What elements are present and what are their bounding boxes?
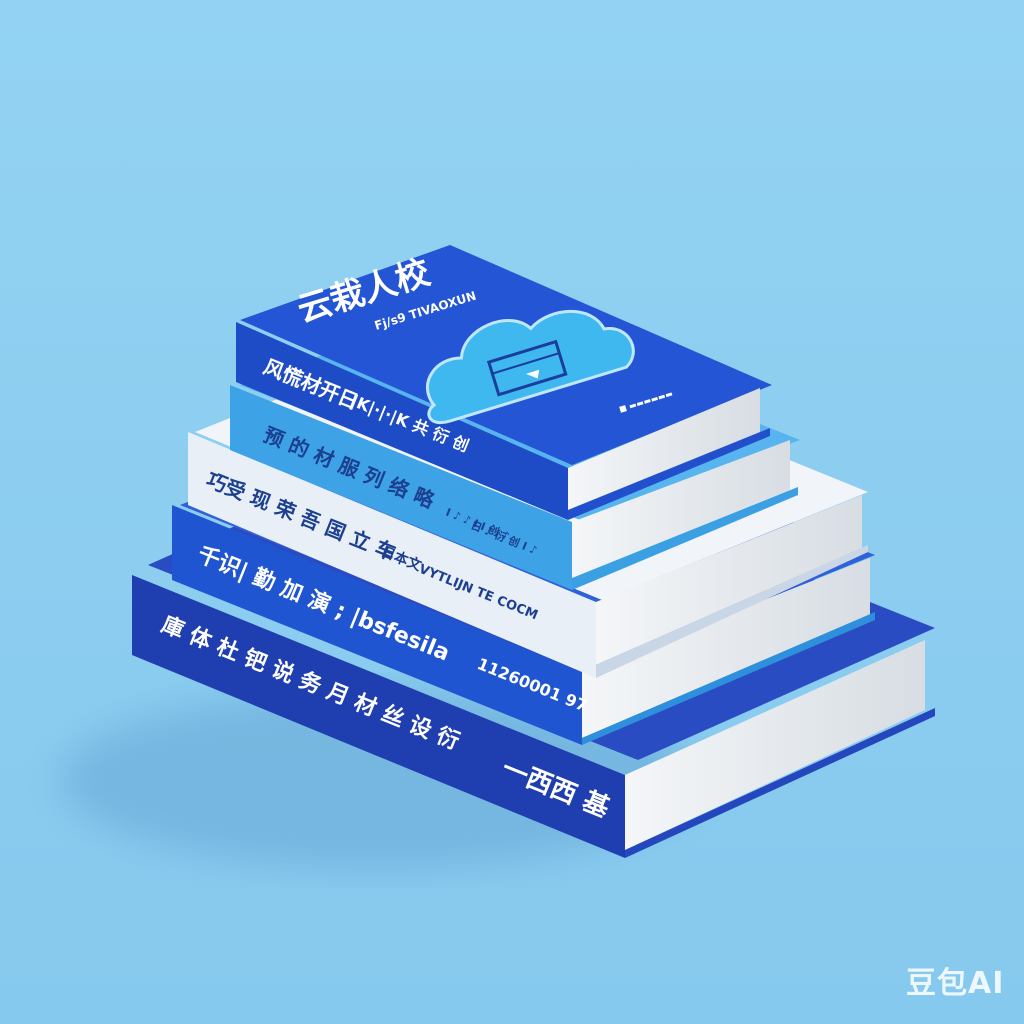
watermark-logo: 豆包AI [906,966,1005,1001]
book-stack-scene: 庫 体 杜 钯 说 务 月 材 丝 设 衍 一西西 基 千识| 勤 加 演 ; … [0,0,1024,1024]
